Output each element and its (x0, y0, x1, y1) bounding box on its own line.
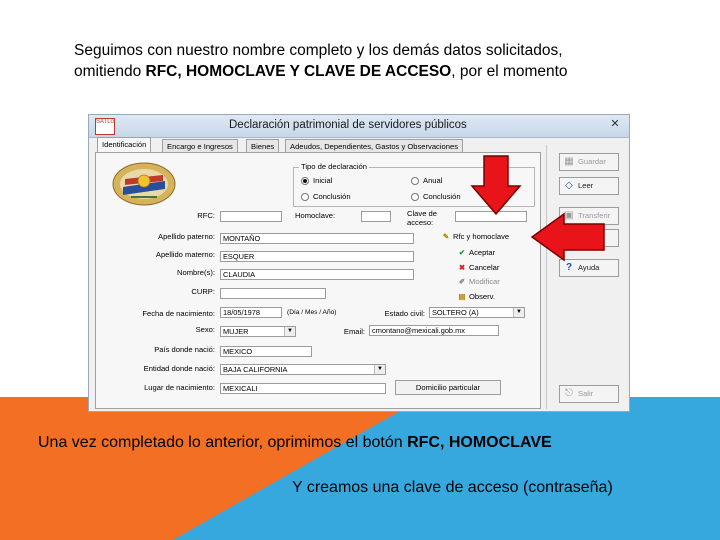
top-text-line2-bold: RFC, HOMOCLAVE Y CLAVE DE ACCESO (145, 63, 452, 80)
radio-conclusion-2-label: Conclusión (423, 192, 461, 201)
bottom-instruction-text: Una vez completado lo anterior, oprimimo… (38, 432, 698, 454)
observ-button[interactable]: ▤ Observ. (455, 290, 495, 304)
nombres-field[interactable]: CLAUDIA (220, 269, 414, 280)
sexo-value: MUJER (223, 327, 249, 336)
chevron-down-icon[interactable]: ▼ (513, 308, 524, 317)
radio-empty-icon (411, 193, 419, 201)
domicilio-particular-button[interactable]: Domicilio particular (395, 380, 501, 395)
top-text-line1: Seguimos con nuestro nombre completo y l… (74, 42, 563, 59)
apellido-paterno-field[interactable]: MONTAÑO (220, 233, 414, 244)
modificar-label: Modificar (469, 277, 500, 286)
chevron-down-icon[interactable]: ▼ (284, 327, 295, 336)
apellido-materno-field[interactable]: ESQUER (220, 251, 414, 262)
declaration-window: SATLoyalty Declaración patrimonial de se… (88, 114, 630, 412)
fecha-nacimiento-field[interactable]: 18/05/1978 (220, 307, 282, 318)
modificar-button[interactable]: ✐ Modificar (455, 275, 500, 289)
pais-label: País donde nació: (154, 345, 215, 354)
top-text-line2-pre: omitiendo (74, 63, 146, 80)
clave-acceso-label: Clave de acceso: (407, 209, 437, 227)
radio-empty-icon (411, 177, 419, 185)
clave-acceso-label-2: acceso: (407, 218, 434, 227)
tab-identificacion[interactable]: Identificación (97, 137, 152, 152)
cross-icon: ✖ (458, 263, 466, 272)
estado-civil-label: Estado civil: (384, 309, 425, 318)
tab-adeudos[interactable]: Adeudos, Dependientes, Gastos y Observac… (285, 139, 464, 153)
top-instruction-text: Seguimos con nuestro nombre completo y l… (74, 40, 674, 82)
state-seal-logo (111, 161, 177, 207)
edit-icon: ✐ (458, 277, 466, 286)
top-text-line2-post: , por el momento (451, 63, 568, 80)
observ-label: Observ. (469, 292, 496, 301)
fecha-nacimiento-label: Fecha de nacimiento: (142, 309, 215, 318)
radio-conclusion[interactable]: Conclusión (301, 192, 351, 201)
close-icon[interactable]: ✕ (607, 117, 623, 131)
curp-field[interactable] (220, 288, 326, 299)
apellido-materno-label: Apellido materno: (155, 250, 215, 259)
save-icon: ▦ (564, 156, 574, 167)
sexo-select[interactable]: MUJER ▼ (220, 326, 296, 337)
rfc-homoclave-button[interactable]: ✎ Rfc y homoclave (439, 230, 509, 244)
leer-label: Leer (578, 181, 594, 190)
rfc-homoclave-label: Rfc y homoclave (453, 232, 510, 241)
radio-anual[interactable]: Anual (411, 176, 442, 185)
bottom-instruction-text-2: Y creamos una clave de acceso (contraseñ… (292, 479, 613, 496)
rfc-label: RFC: (197, 211, 215, 220)
tipo-declaracion-legend: Tipo de declaración (299, 162, 369, 171)
apellido-paterno-label: Apellido paterno: (158, 232, 215, 241)
aceptar-label: Aceptar (469, 248, 496, 257)
sexo-label: Sexo: (195, 325, 215, 334)
entidad-value: BAJA CALIFORNIA (223, 365, 288, 374)
ayuda-label: Ayuda (578, 263, 600, 272)
window-titlebar: SATLoyalty Declaración patrimonial de se… (89, 115, 629, 138)
read-icon: ◇ (565, 180, 573, 191)
email-field[interactable]: cmontano@mexicali.gob.mx (369, 325, 499, 336)
lugar-label: Lugar de nacimiento: (144, 383, 215, 392)
leer-button[interactable]: ◇ Leer (559, 177, 619, 195)
note-icon: ▤ (458, 292, 466, 301)
cancelar-label: Cancelar (469, 263, 500, 272)
lugar-field[interactable]: MEXICALI (220, 383, 386, 394)
app-icon: SATLoyalty (95, 118, 115, 135)
clave-acceso-label-1: Clave de (407, 209, 437, 218)
pais-field[interactable]: MEXICO (220, 346, 312, 357)
guardar-button[interactable]: ▦ Guardar (559, 153, 619, 171)
nombres-label: Nombre(s): (177, 268, 215, 277)
homoclave-field[interactable] (361, 211, 391, 222)
homoclave-label: Homoclave: (295, 211, 336, 220)
radio-inicial[interactable]: Inicial (301, 176, 332, 185)
red-arrow-down-icon (470, 155, 522, 216)
curp-label: CURP: (191, 287, 215, 296)
radio-conclusion-2[interactable]: Conclusión (411, 192, 461, 201)
red-arrow-left-icon (530, 212, 605, 262)
window-title: Declaración patrimonial de servidores pú… (229, 119, 467, 131)
radio-inicial-label: Inicial (313, 176, 333, 185)
tab-bienes[interactable]: Bienes (246, 139, 280, 153)
radio-empty-icon (301, 193, 309, 201)
bottom-text1-bold: RFC, HOMOCLAVE (407, 434, 552, 451)
rfc-field[interactable] (220, 211, 282, 222)
guardar-label: Guardar (578, 157, 606, 166)
estado-civil-value: SOLTERO (A) (432, 308, 479, 317)
radio-selected-icon (301, 177, 309, 185)
fecha-formato-hint: (Día / Mes / Año) (287, 309, 337, 316)
help-icon: ? (565, 262, 573, 273)
exit-icon: ⎋ (565, 388, 573, 399)
entidad-label: Entidad donde nació: (143, 364, 215, 373)
top-text-line2: omitiendo RFC, HOMOCLAVE Y CLAVE DE ACCE… (74, 61, 674, 82)
email-label: Email: (343, 327, 365, 336)
bottom-text1-pre: Una vez completado lo anterior, oprimimo… (38, 434, 408, 451)
salir-button[interactable]: ⎋ Salir (559, 385, 619, 403)
pencil-icon: ✎ (442, 232, 450, 241)
radio-conclusion-label: Conclusión (313, 192, 351, 201)
chevron-down-icon[interactable]: ▼ (374, 365, 385, 374)
estado-civil-select[interactable]: SOLTERO (A) ▼ (429, 307, 525, 318)
radio-anual-label: Anual (423, 176, 443, 185)
cancelar-button[interactable]: ✖ Cancelar (455, 261, 500, 275)
salir-label: Salir (578, 389, 594, 398)
entidad-select[interactable]: BAJA CALIFORNIA ▼ (220, 364, 386, 375)
aceptar-button[interactable]: ✔ Aceptar (455, 246, 495, 260)
checkmark-icon: ✔ (458, 248, 466, 257)
tab-encargo-ingresos[interactable]: Encargo e Ingresos (162, 139, 238, 153)
